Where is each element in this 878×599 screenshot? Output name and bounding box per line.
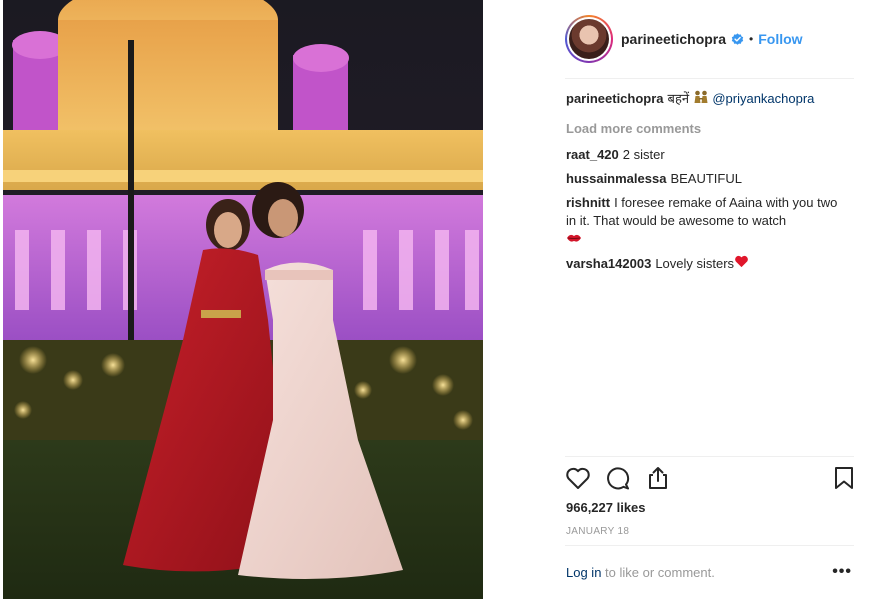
verified-badge-icon — [731, 32, 744, 45]
comment-icon[interactable] — [605, 466, 631, 490]
action-bar — [565, 464, 856, 496]
comment: varsha142003 Lovely sisters — [566, 255, 846, 274]
login-suffix: to like or comment. — [601, 565, 715, 580]
bookmark-icon[interactable] — [833, 466, 855, 490]
comment: raat_420 2 sister — [566, 146, 846, 164]
comments-list: parineetichopra बहनें @priyankachopra Loa… — [566, 90, 846, 279]
post-image[interactable] — [3, 0, 483, 599]
comment-text: BEAUTIFUL — [670, 171, 742, 187]
comment: rishnitt I foresee remake of Aaina with y… — [566, 194, 846, 249]
caption-username[interactable]: parineetichopra — [566, 91, 664, 106]
caption: parineetichopra बहनें @priyankachopra — [566, 90, 846, 109]
post-sidebar: parineetichopra • Follow parineetichopra… — [549, 0, 858, 599]
header-divider — [565, 78, 854, 79]
footer-divider — [565, 545, 854, 546]
likes-count[interactable]: 966,227 likes — [566, 500, 646, 515]
more-options-icon[interactable]: ••• — [832, 563, 852, 581]
comments-divider — [565, 456, 854, 457]
header-username[interactable]: parineetichopra — [621, 31, 726, 47]
post-header: parineetichopra • Follow — [565, 14, 803, 64]
mention-link[interactable]: @priyankachopra — [712, 91, 814, 106]
comment-username[interactable]: rishnitt — [566, 195, 610, 210]
post-date: JANUARY 18 — [566, 526, 630, 537]
header-separator: • — [749, 32, 754, 46]
lips-emoji — [566, 231, 582, 249]
comment: hussainmalessa BEAUTIFUL — [566, 170, 846, 188]
comment-text: Lovely sisters — [655, 255, 735, 271]
follow-button[interactable]: Follow — [758, 31, 802, 47]
heart-icon[interactable] — [565, 466, 591, 490]
avatar[interactable] — [565, 15, 613, 63]
login-prompt: Log in to like or comment. — [566, 565, 715, 580]
red-heart-emoji — [734, 255, 749, 273]
share-icon[interactable] — [645, 466, 671, 490]
comment-username[interactable]: hussainmalessa — [566, 171, 666, 186]
caption-text: बहनें — [667, 91, 690, 106]
comment-text: 2 sister — [622, 147, 665, 163]
comment-username[interactable]: varsha142003 — [566, 256, 651, 271]
load-more-comments-button[interactable]: Load more comments — [566, 121, 846, 136]
login-link[interactable]: Log in — [566, 565, 601, 580]
comment-username[interactable]: raat_420 — [566, 147, 619, 162]
women-holding-hands-emoji — [693, 90, 709, 109]
